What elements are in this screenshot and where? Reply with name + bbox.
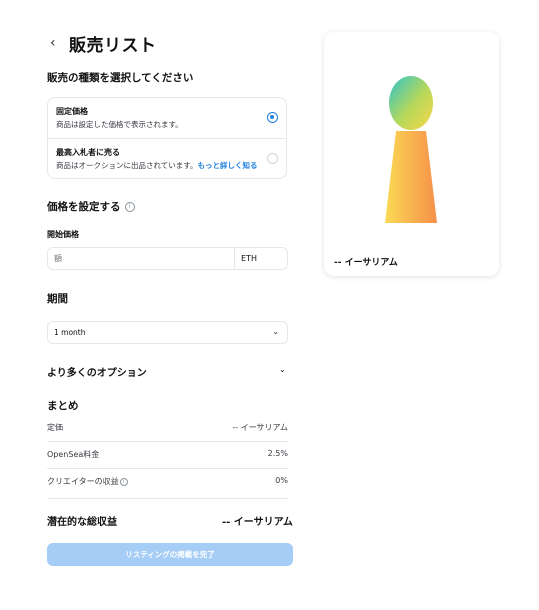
fixed-price-option[interactable]: 固定価格 商品は設定した価格で表示されます。 xyxy=(48,98,286,139)
option-description: 商品はオークションに出品されています。もっと詳しく知る xyxy=(56,161,258,170)
nft-preview-card[interactable]: -- イーサリアム xyxy=(324,32,499,276)
option-title: 最高入札者に売る xyxy=(56,148,120,157)
more-options-toggle[interactable]: より多くのオプション xyxy=(47,364,147,379)
back-button[interactable]: ‹ xyxy=(50,35,56,51)
duration-heading: 期間 xyxy=(47,293,68,305)
sale-type-options: 固定価格 商品は設定した価格で表示されます。 最高入札者に売る 商品はオークショ… xyxy=(47,97,287,179)
nft-artwork xyxy=(385,76,437,223)
duration-value: 1 month xyxy=(54,328,86,337)
duration-select[interactable]: 1 month ⌄ xyxy=(47,321,288,344)
currency-unit[interactable]: ETH xyxy=(234,248,287,269)
info-icon[interactable]: i xyxy=(124,202,135,212)
summary-value: 0% xyxy=(275,476,288,485)
summary-key: OpenSea料金 xyxy=(47,450,100,459)
summary-value: -- イーサリアム xyxy=(232,423,288,432)
summary-key: 定価 xyxy=(47,423,63,432)
fixed-price-radio[interactable] xyxy=(267,112,278,123)
start-price-label: 開始価格 xyxy=(47,230,79,239)
summary-row: 定価 -- イーサリアム xyxy=(47,414,288,442)
price-heading: 価格を設定する i xyxy=(47,199,135,214)
learn-more-link[interactable]: もっと詳しく知る xyxy=(198,161,258,170)
price-field: ETH xyxy=(47,247,288,270)
option-title: 固定価格 xyxy=(56,107,88,116)
summary-row: クリエイターの収益 i 0% xyxy=(47,468,288,499)
summary-heading: まとめ xyxy=(47,400,79,412)
price-input[interactable] xyxy=(48,248,234,269)
option-description: 商品は設定した価格で表示されます。 xyxy=(56,120,183,129)
chevron-down-icon: ⌄ xyxy=(272,327,279,336)
summary-key: クリエイターの収益 i xyxy=(47,476,128,487)
auction-option[interactable]: 最高入札者に売る 商品はオークションに出品されています。もっと詳しく知る xyxy=(48,139,286,179)
sale-type-heading: 販売の種類を選択してください xyxy=(47,72,194,84)
page-title: 販売リスト xyxy=(69,36,157,56)
summary-row: OpenSea料金 2.5% xyxy=(47,441,288,469)
total-earnings-value: -- イーサリアム xyxy=(222,517,293,528)
chevron-down-icon[interactable]: ⌄ xyxy=(279,365,286,374)
complete-listing-button[interactable]: リスティングの掲載を完了 xyxy=(47,543,293,566)
chevron-left-icon: ‹ xyxy=(50,35,56,51)
total-earnings-label: 潜在的な総収益 xyxy=(47,517,117,528)
preview-price-label: -- イーサリアム xyxy=(334,258,398,268)
auction-radio[interactable] xyxy=(267,153,278,164)
info-icon[interactable]: i xyxy=(119,477,128,486)
summary-value: 2.5% xyxy=(267,449,288,458)
